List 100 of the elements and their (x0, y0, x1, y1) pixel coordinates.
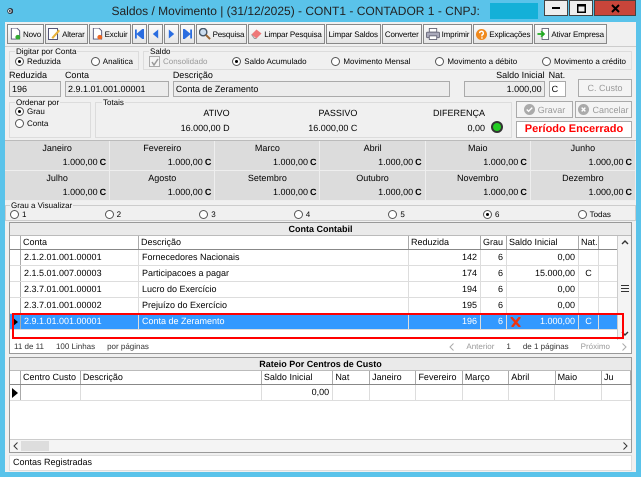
table-cell: 0,00 (507, 298, 579, 313)
column-header[interactable]: Descrição (80, 371, 262, 384)
row-pointer-icon (12, 316, 18, 326)
first-button[interactable] (132, 24, 147, 44)
radio-option[interactable]: Movimento Mensal (331, 57, 411, 66)
nature-label: C (415, 187, 422, 197)
month-label: Fevereiro (142, 143, 182, 153)
total-value: 0,00 (467, 123, 486, 133)
scroll-right-icon[interactable] (623, 442, 628, 450)
prev-button[interactable] (148, 24, 163, 44)
minimize-button[interactable] (544, 0, 568, 16)
scroll-thumb[interactable] (21, 441, 49, 451)
minimize-icon (552, 7, 560, 9)
maximize-button[interactable] (569, 0, 593, 16)
first-icon (134, 29, 144, 39)
toolbar-button[interactable]: Alterar (45, 24, 88, 44)
toolbar-button[interactable]: Excluir (88, 24, 131, 44)
table-cell: 6 (481, 250, 507, 265)
input-field[interactable]: C (548, 81, 566, 97)
input-field[interactable]: 196 (9, 81, 61, 97)
status-bar: Contas Registradas (9, 455, 632, 471)
radio-option[interactable]: Movimento a crédito (542, 57, 626, 66)
month-label: Outubro (355, 173, 390, 183)
next-button[interactable] (164, 24, 179, 44)
column-header[interactable]: Abril (509, 371, 556, 384)
table-cell: 0,00 (507, 250, 579, 265)
table-cell: 194 (409, 282, 481, 297)
lines-per-page[interactable]: 100 Linhas (56, 342, 96, 351)
toolbar-button[interactable]: Novo (7, 24, 44, 44)
column-header[interactable]: Saldo Inicial (262, 371, 334, 384)
table-cell: Conta de Zeramento (139, 314, 409, 329)
toolbar-button[interactable]: Imprimir (422, 24, 472, 44)
radio-option[interactable]: Reduzida (15, 57, 61, 66)
month-label: Junho (570, 143, 596, 153)
scroll-thumb-icon[interactable] (620, 284, 628, 292)
close-button[interactable] (594, 0, 636, 16)
redaction-block (490, 3, 538, 19)
month-label: Agosto (147, 173, 178, 183)
radio-option[interactable]: Todas (578, 210, 611, 219)
scroll-down-icon[interactable] (620, 331, 628, 336)
toolbar-button[interactable]: Ativar Empresa (534, 24, 607, 44)
input-field[interactable]: 1.000,00 (464, 81, 545, 97)
input-field[interactable]: Conta de Zeramento (172, 81, 450, 97)
search-icon (198, 28, 211, 40)
column-header[interactable]: Centro Custo (21, 371, 81, 384)
column-header[interactable]: Grau (481, 236, 507, 249)
input-field[interactable]: 2.9.1.01.001.00001 (64, 81, 169, 97)
grid-title: Rateio Por Centros de Custo (10, 358, 631, 371)
table-row[interactable]: 2.1.2.01.001.00001 Fornecedores Nacionais 142 6 0,00 (10, 250, 617, 266)
maximize-icon (576, 4, 586, 12)
table-row[interactable]: 2.1.5.01.007.00003 Participacoes a pagar 174 6 15.000,00 C (10, 266, 617, 282)
radio-option[interactable]: Conta (15, 119, 48, 128)
toolbar-button[interactable]: Explicações (473, 24, 534, 44)
page-number[interactable]: 1 (506, 342, 511, 351)
radio-option[interactable]: Saldo Acumulado (232, 57, 307, 66)
nature-label: C (520, 187, 527, 197)
radio-option[interactable]: Analitica (90, 57, 133, 66)
field-label: Nat. (548, 70, 566, 80)
field-label: Saldo Inicial (495, 70, 545, 80)
table-cell: 2.1.5.01.007.00003 (21, 266, 139, 281)
month-label: Setembro (246, 173, 288, 183)
nature-label: C (310, 187, 316, 197)
status-light-icon (491, 121, 504, 133)
column-header[interactable]: Março (462, 371, 510, 384)
table-cell: 0,00 (262, 385, 334, 400)
toolbar-button[interactable]: Pesquisa (196, 24, 248, 44)
column-header[interactable]: Nat. (579, 236, 599, 249)
column-header[interactable]: Janeiro (370, 371, 416, 384)
nature-label: C (204, 187, 212, 197)
column-header[interactable]: Saldo Inicial (507, 236, 579, 249)
help-icon (476, 28, 488, 40)
table-cell: 196 (409, 314, 481, 329)
table-cell: 195 (409, 298, 481, 313)
field-label: Reduzida (9, 70, 48, 80)
month-value: 1.000,00 (378, 157, 414, 167)
scroll-up-icon[interactable] (620, 240, 628, 245)
enter-icon (537, 28, 550, 40)
toolbar-button[interactable]: Limpar Saldos (326, 24, 381, 44)
radio-option[interactable]: Movimento a débito (435, 57, 518, 66)
column-header[interactable]: Fevereiro (416, 371, 463, 384)
column-header[interactable]: Ju (602, 371, 631, 384)
radio-option[interactable]: Grau (15, 107, 45, 116)
column-header[interactable]: Reduzida (409, 236, 481, 249)
column-header[interactable]: Nat (333, 371, 370, 384)
table-cell: 1.000,00 (507, 314, 579, 329)
remove-document-icon (92, 28, 103, 40)
table-row[interactable]: 2.3.7.01.001.00001 Lucro do Exercício 194 6 0,00 (10, 282, 617, 298)
table-cell: 2.1.2.01.001.00001 (21, 250, 139, 265)
nature-label: C (625, 157, 632, 167)
total-label: PASSIVO (318, 108, 358, 118)
toolbar-button[interactable]: Limpar Pesquisa (248, 24, 325, 44)
eraser-icon (251, 29, 262, 39)
month-value: 1.000,00 (272, 187, 308, 197)
column-header[interactable]: Maio (556, 371, 602, 384)
column-header[interactable]: Descrição (139, 236, 409, 249)
last-icon (182, 29, 192, 39)
last-button[interactable] (180, 24, 195, 44)
toolbar-button[interactable]: Converter (382, 24, 422, 44)
scroll-left-icon[interactable] (13, 442, 18, 450)
column-header[interactable]: Conta (21, 236, 139, 249)
